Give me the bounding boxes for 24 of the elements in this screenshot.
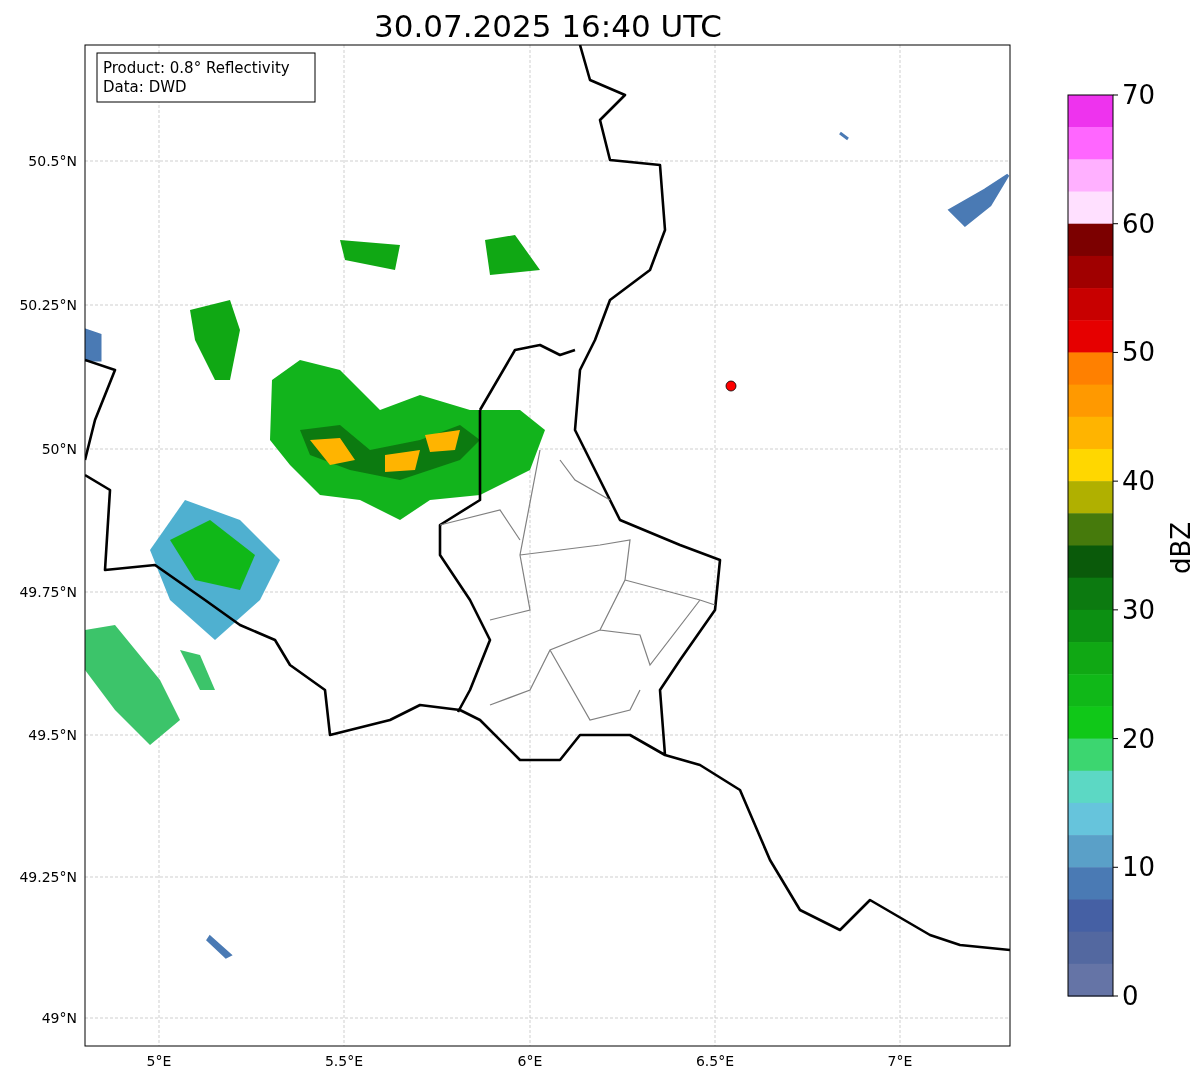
tick-label: 6.5°E — [695, 1053, 735, 1069]
colorbar-tick-label: 20 — [1122, 723, 1156, 754]
colorbar-tick-label: 60 — [1122, 208, 1156, 239]
tick-label: 49.5°N — [28, 727, 77, 743]
colorbar-tick-label: 50 — [1122, 337, 1156, 368]
tick-label: 50°N — [41, 441, 77, 457]
tick-label: 5.5°E — [324, 1053, 364, 1069]
tick-label: 6°E — [517, 1053, 543, 1069]
tick-label: 7°E — [887, 1053, 913, 1069]
tick-label: 50.25°N — [19, 297, 77, 313]
chart-title: 30.07.2025 16:40 UTC — [374, 8, 722, 44]
colorbar-tick-label: 70 — [1122, 80, 1156, 110]
info-text: Product: 0.8° Reflectivity — [103, 59, 290, 77]
tick-label: 49.75°N — [19, 584, 77, 600]
colorbar-tick-label: 0 — [1122, 981, 1139, 1011]
colorbar-tick-label: 40 — [1122, 466, 1156, 497]
colorbar-label: dBZ — [1166, 521, 1196, 575]
tick-label: 49.25°N — [19, 869, 77, 885]
tick-label: 50.5°N — [28, 153, 77, 169]
colorbar-tick-label: 10 — [1122, 852, 1156, 883]
info-text: Data: DWD — [103, 78, 187, 96]
colorbar-tick-label: 30 — [1122, 594, 1156, 625]
tick-label: 5°E — [146, 1053, 172, 1069]
tick-label: 49°N — [41, 1010, 77, 1026]
